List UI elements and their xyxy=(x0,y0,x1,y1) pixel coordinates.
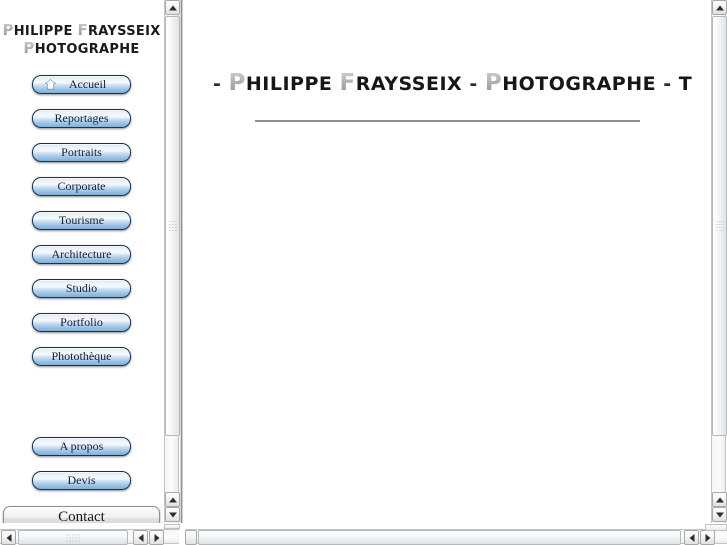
list-item: Reportages xyxy=(0,109,163,128)
sidebar-item-label: Architecture xyxy=(51,247,112,261)
sidebar-item-corporate[interactable]: Corporate xyxy=(32,177,131,196)
list-item: Studio xyxy=(0,279,163,298)
list-item: Devis xyxy=(0,471,163,490)
sidebar-item-architecture[interactable]: Architecture xyxy=(32,245,131,264)
right-pane-vertical-scrollbar-thumb[interactable] xyxy=(712,16,727,436)
sidebar-item-label: Reportages xyxy=(54,111,109,125)
sidebar-item-label: Devis xyxy=(67,473,96,487)
heading-dash-trail: - xyxy=(663,73,672,95)
sidebar-item-label: Portfolio xyxy=(60,315,103,329)
scroll-up-button-top[interactable] xyxy=(712,0,727,15)
sidebar-item-label: A propos xyxy=(59,439,104,453)
left-pane-horizontal-scrollbar-track[interactable] xyxy=(0,529,179,545)
sidebar-item-label: Tourisme xyxy=(58,213,105,227)
heading-dash-lead: - xyxy=(213,73,222,95)
site-title-text-3: HOTOGRAPHE xyxy=(34,42,140,57)
scroll-left-button-edge[interactable] xyxy=(185,530,197,545)
sidebar-item-label: Accueil xyxy=(68,77,107,91)
scroll-left-button[interactable] xyxy=(1,530,16,545)
scrollbar-corner-left xyxy=(164,524,180,529)
scroll-up-button-bottom[interactable] xyxy=(165,492,180,507)
list-item: Accueil xyxy=(0,75,163,94)
left-pane-vertical-scrollbar-thumb[interactable] xyxy=(165,16,180,436)
site-title-cap-p2: P xyxy=(23,39,35,57)
site-title-cap-f: F xyxy=(77,21,88,39)
sidebar-item-accueil[interactable]: Accueil xyxy=(32,75,131,94)
sidebar-item-phototheque[interactable]: Photothèque xyxy=(32,347,131,366)
list-item: Architecture xyxy=(0,245,163,264)
sidebar-item-label: Corporate xyxy=(57,179,106,193)
scroll-right-button[interactable] xyxy=(149,530,164,545)
nav-spacer xyxy=(0,381,163,437)
site-title-text-1: HILIPPE xyxy=(13,24,78,39)
chevron-down-icon xyxy=(715,512,724,517)
sidebar-item-label: Photothèque xyxy=(51,349,112,363)
chevron-down-icon xyxy=(168,512,177,517)
chevron-right-icon xyxy=(154,533,159,542)
sidebar-item-label: Portraits xyxy=(61,145,102,159)
left-pane-horizontal-scrollbar-thumb[interactable] xyxy=(18,530,128,545)
right-pane-horizontal-scrollbar-thumb[interactable] xyxy=(198,530,681,545)
site-title-line-2: PHOTOGRAPHE xyxy=(0,40,163,58)
site-title-line-1: PHILIPPE FRAYSSEIX xyxy=(0,22,163,40)
sidebar-item-reportages[interactable]: Reportages xyxy=(32,109,131,128)
chevron-left-icon xyxy=(6,533,11,542)
page-title: - PHILIPPE FRAYSSEIX - PHOTOGRAPHE - T xyxy=(213,70,710,96)
scrollbar-corner-right xyxy=(705,524,727,531)
list-item: A propos xyxy=(0,437,163,456)
scrollbar-grip xyxy=(715,220,724,232)
list-item: Tourisme xyxy=(0,211,163,230)
scroll-left-button-2[interactable] xyxy=(133,530,148,545)
sidebar-item-devis[interactable]: Devis xyxy=(32,471,131,490)
heading-truncated-text: T xyxy=(678,73,693,95)
scrollbar-grip xyxy=(168,220,177,232)
chevron-left-icon xyxy=(138,533,143,542)
scroll-up-button-bottom[interactable] xyxy=(712,492,727,507)
heading-cap-1: P xyxy=(228,70,246,96)
home-icon xyxy=(45,79,56,90)
chevron-up-icon xyxy=(715,5,724,10)
sidebar-item-tourisme[interactable]: Tourisme xyxy=(32,211,131,230)
list-item: Corporate xyxy=(0,177,163,196)
content-frame: - PHILIPPE FRAYSSEIX - PHOTOGRAPHE - T xyxy=(185,0,710,523)
scroll-left-button-2[interactable] xyxy=(684,530,699,545)
heading-cap-3: P xyxy=(484,70,503,96)
chevron-up-icon xyxy=(715,497,724,502)
scroll-down-button[interactable] xyxy=(712,507,727,522)
frame-divider[interactable] xyxy=(180,0,183,523)
heading-cap-2: F xyxy=(339,70,356,96)
right-pane-horizontal-scrollbar-track[interactable] xyxy=(185,529,727,545)
sidebar-item-studio[interactable]: Studio xyxy=(32,279,131,298)
heading-dash-mid: - xyxy=(469,73,478,95)
list-item: Photothèque xyxy=(0,347,163,366)
chevron-up-icon xyxy=(168,5,177,10)
heading-word-3: HOTOGRAPHE xyxy=(502,73,657,95)
list-item: Portraits xyxy=(0,143,163,162)
list-item: Portfolio xyxy=(0,313,163,332)
sidebar-frame: PHILIPPE FRAYSSEIX PHOTOGRAPHE Accueil R… xyxy=(0,0,163,523)
browser-frameset-page: PHILIPPE FRAYSSEIX PHOTOGRAPHE Accueil R… xyxy=(0,0,727,545)
site-title-text-2: RAYSSEIX xyxy=(88,24,161,39)
chevron-left-icon xyxy=(689,533,694,542)
heading-word-1: HILIPPE xyxy=(245,73,333,95)
main-navigation: Accueil Reportages Portraits Corporate T… xyxy=(0,75,163,490)
right-pane-vertical-scrollbar-track[interactable] xyxy=(711,0,727,523)
scrollbar-grip xyxy=(66,533,81,542)
site-title: PHILIPPE FRAYSSEIX PHOTOGRAPHE xyxy=(0,22,163,58)
sidebar-item-portraits[interactable]: Portraits xyxy=(32,143,131,162)
scroll-right-button[interactable] xyxy=(700,530,715,545)
sidebar-item-a-propos[interactable]: A propos xyxy=(32,437,131,456)
scroll-up-button-top[interactable] xyxy=(165,0,180,15)
left-pane-vertical-scrollbar-track[interactable] xyxy=(164,0,180,523)
scroll-down-button[interactable] xyxy=(165,507,180,522)
site-title-cap-p: P xyxy=(2,21,14,39)
sidebar-item-contact[interactable]: Contact xyxy=(3,506,160,523)
sidebar-item-label: Studio xyxy=(65,281,98,295)
horizontal-rule xyxy=(255,120,640,122)
sidebar-item-portfolio[interactable]: Portfolio xyxy=(32,313,131,332)
heading-word-2: RAYSSEIX xyxy=(355,73,463,95)
chevron-right-icon xyxy=(705,533,710,542)
chevron-up-icon xyxy=(168,497,177,502)
